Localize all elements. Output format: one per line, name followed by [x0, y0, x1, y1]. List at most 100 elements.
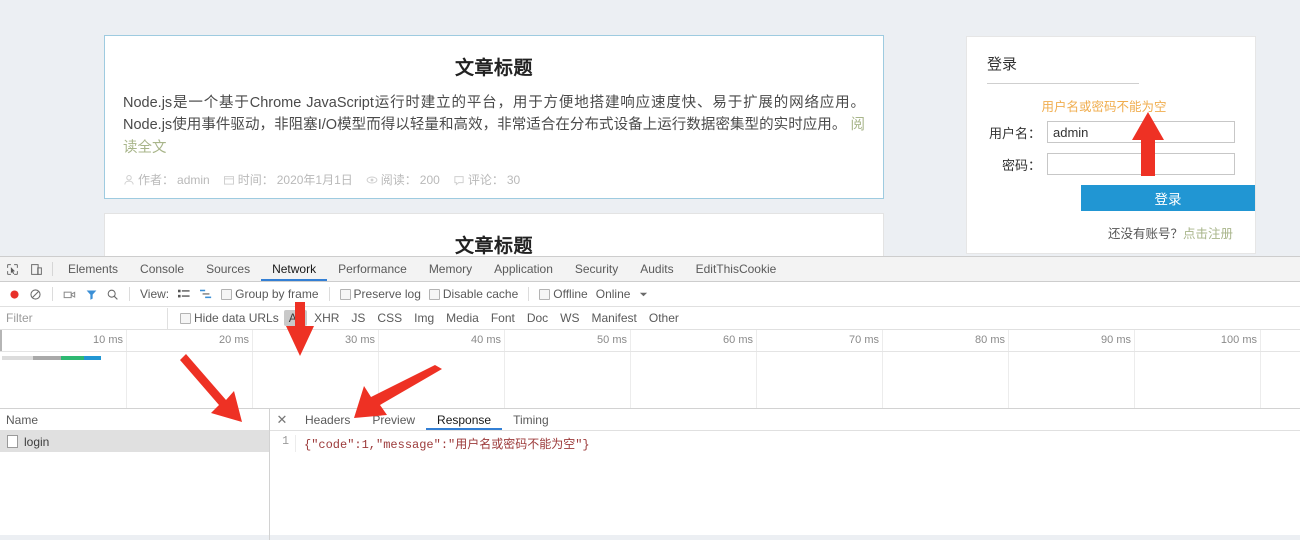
- request-list-pane: Name login: [0, 409, 270, 540]
- throttling-value[interactable]: Online: [592, 287, 635, 301]
- search-icon[interactable]: [102, 288, 123, 301]
- devtools-tab-memory[interactable]: Memory: [418, 257, 483, 281]
- filter-type-xhr[interactable]: XHR: [309, 310, 344, 326]
- article-title: 文章标题: [454, 236, 533, 256]
- inspect-element-icon[interactable]: [0, 257, 24, 281]
- disable-cache-checkbox[interactable]: Disable cache: [425, 287, 522, 301]
- device-toolbar-icon[interactable]: [24, 257, 48, 281]
- username-input[interactable]: [1047, 121, 1235, 143]
- hide-data-urls-label: Hide data URLs: [194, 311, 279, 325]
- view-list-icon[interactable]: [173, 288, 195, 300]
- login-submit-button[interactable]: 登录: [1081, 185, 1255, 211]
- detail-tab-timing[interactable]: Timing: [502, 409, 560, 430]
- filter-type-doc[interactable]: Doc: [522, 310, 553, 326]
- timeline-bar-segment: [84, 356, 101, 360]
- timeline-tick: 20 ms: [219, 330, 253, 408]
- filter-type-img[interactable]: Img: [409, 310, 439, 326]
- timeline-request-bar: [2, 356, 101, 360]
- timeline-tick: 50 ms: [597, 330, 631, 408]
- view-waterfall-icon[interactable]: [195, 288, 217, 300]
- request-detail-tabbar: ✕ Headers Preview Response Timing: [270, 409, 1300, 431]
- devtools-tab-editthiscookie[interactable]: EditThisCookie: [685, 257, 788, 281]
- capture-screenshots-icon[interactable]: [59, 288, 81, 301]
- filter-type-ws[interactable]: WS: [555, 310, 584, 326]
- filter-type-font[interactable]: Font: [486, 310, 520, 326]
- devtools-tab-elements[interactable]: Elements: [57, 257, 129, 281]
- network-toolbar: View: Group by frame Preserve log Disabl…: [0, 282, 1300, 307]
- record-button[interactable]: [4, 288, 25, 301]
- devtools-panel: Elements Console Sources Network Perform…: [0, 256, 1300, 540]
- login-footer: 还没有账号？点击注册: [987, 223, 1235, 242]
- timeline-tick-label: 90 ms: [1101, 334, 1131, 346]
- group-by-frame-checkbox[interactable]: Group by frame: [217, 287, 322, 301]
- devtools-tab-security[interactable]: Security: [564, 257, 629, 281]
- hide-data-urls-checkbox[interactable]: Hide data URLs: [176, 311, 283, 325]
- preserve-log-checkbox[interactable]: Preserve log: [336, 287, 425, 301]
- timeline-bar-segment: [2, 356, 33, 360]
- request-row-login[interactable]: login: [0, 431, 269, 452]
- register-link[interactable]: 点击注册: [1183, 227, 1233, 241]
- detail-tab-preview[interactable]: Preview: [361, 409, 426, 430]
- browser-page-content: 文章标题 Node.js是一个基于Chrome JavaScript运行时建立的…: [0, 0, 1300, 256]
- login-panel-title: 登录: [987, 53, 1139, 84]
- article-meta: 作者： admin 时间： 2020年1月1日 阅读： 200 评论： 30: [123, 171, 865, 188]
- chevron-down-icon[interactable]: [634, 290, 653, 299]
- login-footer-text: 还没有账号？: [1107, 227, 1183, 241]
- group-by-frame-label: Group by frame: [235, 287, 319, 301]
- username-row: 用户名：: [987, 121, 1235, 143]
- devtools-tab-network[interactable]: Network: [261, 257, 327, 281]
- devtools-tab-performance[interactable]: Performance: [327, 257, 418, 281]
- timeline-tick: 90 ms: [1101, 330, 1135, 408]
- meta-comments-label: 评论：: [467, 173, 504, 188]
- devtools-tab-console[interactable]: Console: [129, 257, 195, 281]
- response-json-text: {"code":1,"message":"用户名或密码不能为空"}: [304, 438, 590, 452]
- filter-type-manifest[interactable]: Manifest: [587, 310, 642, 326]
- timeline-tick-label: 80 ms: [975, 334, 1005, 346]
- tabbar-divider: [52, 262, 53, 276]
- filter-type-all[interactable]: All: [283, 310, 308, 326]
- offline-label: Offline: [553, 287, 588, 301]
- filter-type-css[interactable]: CSS: [372, 310, 407, 326]
- timeline-tick: 80 ms: [975, 330, 1009, 408]
- timeline-tick-label: 40 ms: [471, 334, 501, 346]
- article-card[interactable]: 文章标题 Node.js是一个基于Chrome JavaScript运行时建立的…: [104, 213, 884, 256]
- meta-views: 阅读： 200: [366, 171, 440, 188]
- timeline-tick-label: 10 ms: [93, 334, 123, 346]
- toolbar-divider: [328, 287, 330, 301]
- offline-checkbox[interactable]: Offline: [535, 287, 591, 301]
- meta-time: 时间： 2020年1月1日: [223, 171, 353, 188]
- timeline-tick-label: 30 ms: [345, 334, 375, 346]
- timeline-ruler-line: [0, 351, 1300, 352]
- timeline-bar-segment: [33, 356, 61, 360]
- comment-icon: [454, 176, 464, 186]
- password-row: 密码：: [987, 153, 1235, 175]
- filter-type-media[interactable]: Media: [441, 310, 484, 326]
- detail-tab-headers[interactable]: Headers: [294, 409, 361, 430]
- filter-type-other[interactable]: Other: [644, 310, 684, 326]
- view-label: View:: [140, 287, 170, 301]
- request-list-header[interactable]: Name: [0, 409, 269, 431]
- close-icon[interactable]: ✕: [270, 409, 294, 430]
- timeline-tick: 60 ms: [723, 330, 757, 408]
- article-body-text: Node.js是一个基于Chrome JavaScript运行时建立的平台，用于…: [123, 95, 865, 134]
- document-icon: [7, 435, 18, 448]
- network-timeline[interactable]: 10 ms 20 ms 30 ms 40 ms 50 ms 60 ms 70 m…: [0, 330, 1300, 409]
- timeline-left-marker: [0, 330, 2, 352]
- disable-cache-label: Disable cache: [442, 287, 519, 301]
- article-card[interactable]: 文章标题 Node.js是一个基于Chrome JavaScript运行时建立的…: [104, 35, 884, 200]
- page-content-wrap: 文章标题 Node.js是一个基于Chrome JavaScript运行时建立的…: [0, 0, 1300, 256]
- devtools-tab-sources[interactable]: Sources: [195, 257, 261, 281]
- password-input[interactable]: [1047, 153, 1235, 175]
- name-column-header: Name: [6, 412, 39, 427]
- devtools-tab-audits[interactable]: Audits: [629, 257, 684, 281]
- clear-button[interactable]: [25, 288, 46, 301]
- detail-tab-response[interactable]: Response: [426, 409, 502, 430]
- filter-input[interactable]: [0, 307, 168, 329]
- filter-type-js[interactable]: JS: [346, 310, 370, 326]
- login-error-message: 用户名或密码不能为空: [1041, 100, 1167, 114]
- timeline-tick: 30 ms: [345, 330, 379, 408]
- toolbar-divider: [528, 287, 530, 301]
- meta-time-value: 2020年1月1日: [276, 173, 353, 188]
- devtools-tab-application[interactable]: Application: [483, 257, 564, 281]
- filter-toggle-icon[interactable]: [81, 288, 102, 301]
